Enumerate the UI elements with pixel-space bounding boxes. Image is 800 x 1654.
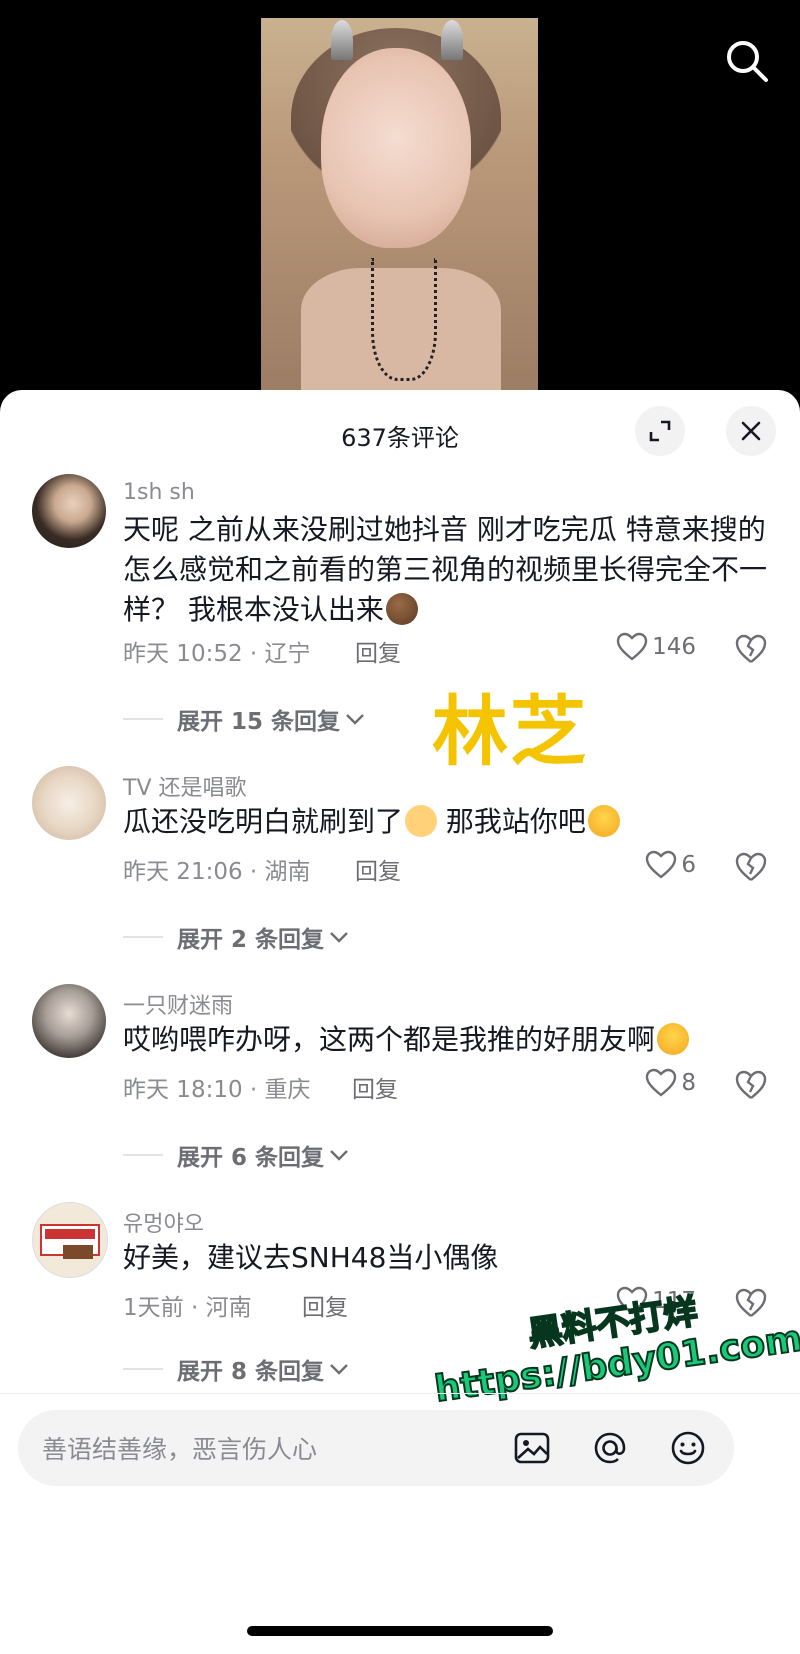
avatar[interactable] — [32, 984, 106, 1058]
divider-line — [123, 1154, 163, 1156]
divider-line — [123, 1368, 163, 1370]
avatar[interactable] — [32, 1202, 108, 1278]
comment-username[interactable]: 유멍야오 — [123, 1206, 204, 1238]
reply-button[interactable]: 回复 — [355, 634, 401, 668]
avatar[interactable] — [32, 474, 106, 548]
cookie-emoji-icon — [385, 593, 418, 625]
broken-heart-icon[interactable] — [734, 632, 768, 666]
comment-input-bar[interactable] — [18, 1410, 734, 1486]
at-icon[interactable] — [590, 1428, 630, 1468]
comment-text: 天呢 之前从来没刷过她抖音 刚才吃完瓜 特意来搜的 怎么感觉和之前看的第三视角的… — [123, 510, 773, 630]
chevron-down-icon — [330, 1364, 348, 1375]
expand-sheet-button[interactable] — [635, 406, 685, 456]
heart-icon — [646, 1068, 677, 1097]
video-horn-left — [331, 20, 353, 60]
expand-replies-button[interactable]: 展开 6 条回复 — [123, 1138, 350, 1172]
home-indicator[interactable] — [247, 1626, 553, 1636]
image-icon[interactable] — [512, 1428, 552, 1468]
heart-icon — [616, 632, 648, 661]
expand-replies-label: 展开 8 条回复 — [177, 1359, 325, 1385]
like-button[interactable]: 6 — [645, 850, 696, 880]
close-icon — [741, 421, 761, 441]
chevron-down-icon — [330, 932, 348, 943]
heart-icon — [646, 850, 677, 879]
like-count: 6 — [681, 852, 696, 878]
like-count: 8 — [681, 1070, 696, 1096]
finger-heart-emoji-icon — [405, 805, 438, 837]
comment-text: 瓜还没吃明白就刷到了 那我站你吧 — [123, 802, 773, 842]
laughing-emoji-icon — [657, 1023, 690, 1055]
video-face — [321, 48, 471, 248]
star48-logo-icon — [40, 1224, 100, 1259]
comment-meta: 昨天 21:06 · 湖南 — [123, 859, 311, 885]
divider-line — [123, 718, 163, 720]
expand-replies-button[interactable]: 展开 8 条回复 — [123, 1352, 350, 1386]
smile-icon[interactable] — [668, 1428, 708, 1468]
broken-heart-icon[interactable] — [734, 1068, 768, 1102]
comment-meta: 1天前 · 河南 — [123, 1295, 252, 1321]
comment-username[interactable]: TV 还是唱歌 — [123, 770, 246, 802]
comment-text: 哎哟喂咋办呀，这两个都是我推的好朋友啊 — [123, 1020, 773, 1060]
video-necklace — [371, 258, 437, 381]
expand-replies-label: 展开 15 条回复 — [177, 709, 341, 735]
reply-button[interactable]: 回复 — [302, 1288, 348, 1322]
avatar[interactable] — [32, 766, 106, 840]
comment-text-body: 瓜还没吃明白就刷到了 — [123, 805, 404, 838]
divider-line — [123, 936, 163, 938]
close-sheet-button[interactable] — [726, 406, 776, 456]
comment-meta: 昨天 10:52 · 辽宁 — [123, 641, 311, 667]
like-button[interactable]: 8 — [645, 1068, 696, 1098]
comment-username[interactable]: 一只财迷雨 — [123, 988, 233, 1020]
chevron-down-icon — [330, 1150, 348, 1161]
expand-icon — [649, 420, 671, 442]
search-icon[interactable] — [724, 38, 770, 84]
like-count: 146 — [652, 634, 696, 660]
video-thumbnail[interactable] — [261, 18, 538, 400]
expand-replies-label: 展开 2 条回复 — [177, 927, 325, 953]
chevron-down-icon — [346, 714, 364, 725]
expand-replies-button[interactable]: 展开 2 条回复 — [123, 920, 350, 954]
reply-button[interactable]: 回复 — [355, 852, 401, 886]
expand-replies-label: 展开 6 条回复 — [177, 1145, 325, 1171]
comment-username[interactable]: 1sh sh — [123, 480, 195, 505]
video-area[interactable] — [0, 0, 800, 400]
reply-button[interactable]: 回复 — [352, 1070, 398, 1104]
comment-meta: 昨天 18:10 · 重庆 — [123, 1077, 311, 1103]
comment-input[interactable] — [40, 1430, 464, 1468]
input-divider — [0, 1393, 800, 1394]
comment-text-body: 好美，建议去SNH48当小偶像 — [123, 1241, 499, 1274]
comment-text-body: 哎哟喂咋办呀，这两个都是我推的好朋友啊 — [123, 1023, 656, 1056]
comment-text-body-2: 那我站你吧 — [445, 805, 586, 838]
overlay-name-text: 林芝 — [432, 687, 588, 776]
like-button[interactable]: 146 — [616, 632, 696, 662]
comment-text-body: 天呢 之前从来没刷过她抖音 刚才吃完瓜 特意来搜的 怎么感觉和之前看的第三视角的… — [123, 513, 768, 626]
comment-text: 好美，建议去SNH48当小偶像 — [123, 1238, 773, 1278]
video-horn-right — [441, 20, 463, 60]
smirk-emoji-icon — [587, 805, 620, 837]
broken-heart-icon[interactable] — [734, 850, 768, 884]
expand-replies-button[interactable]: 展开 15 条回复 — [123, 702, 366, 736]
